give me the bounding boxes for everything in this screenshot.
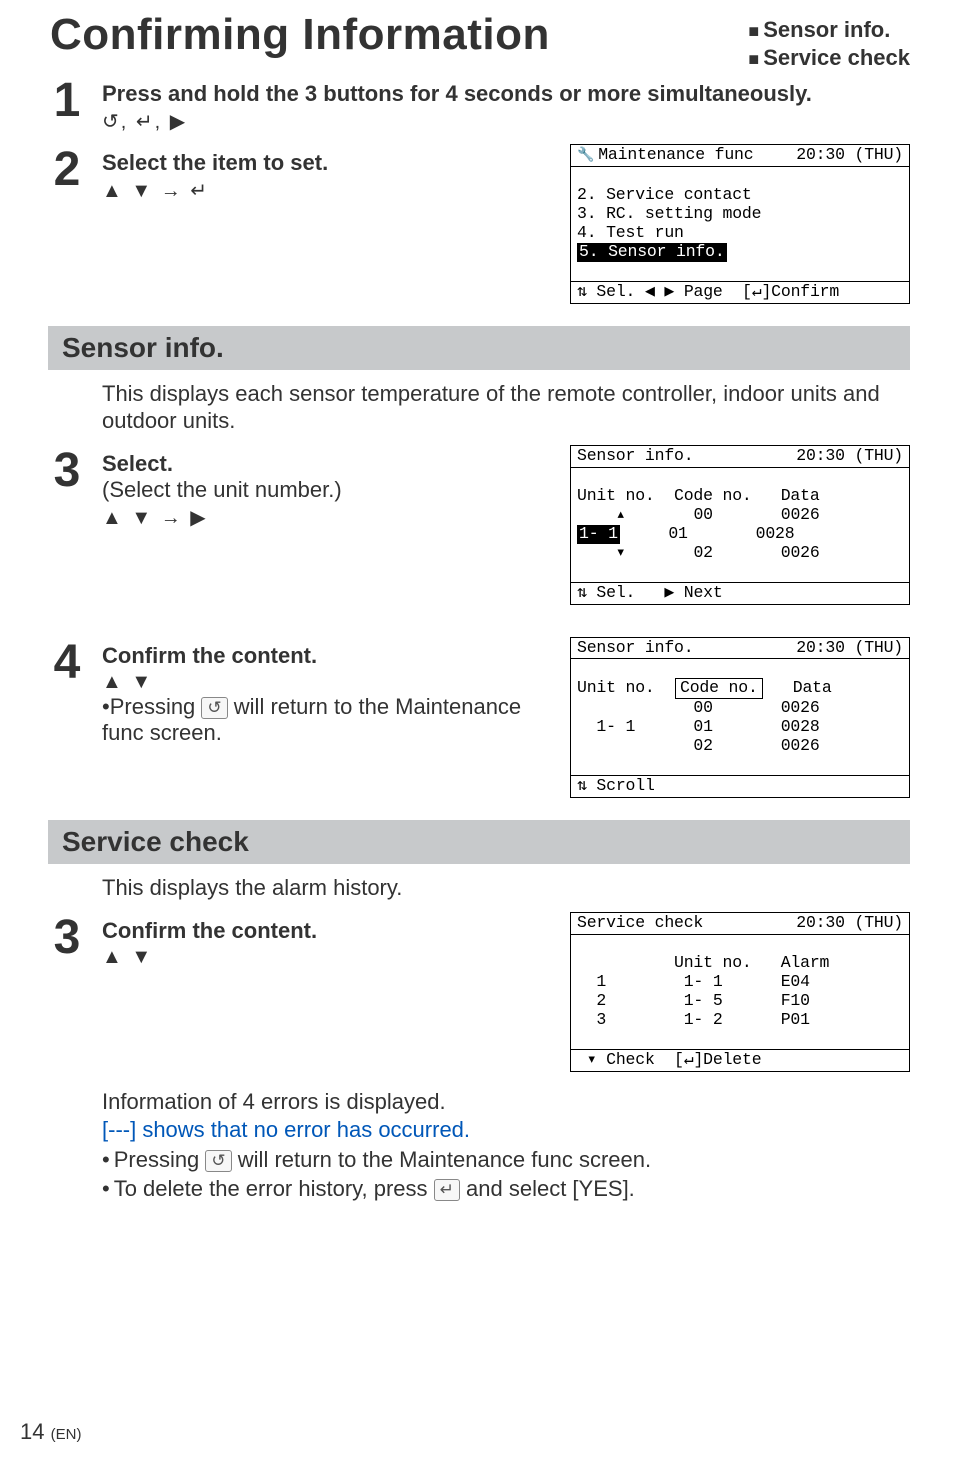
step1-keys: ↺, ↵, ▶ xyxy=(102,109,910,134)
step-number-2: 2 xyxy=(50,146,84,194)
bullet-service-check: ■Service check xyxy=(748,44,910,72)
step-number-3a: 3 xyxy=(50,447,84,495)
return-icon: ↺ xyxy=(205,1150,231,1172)
service-check-desc: This displays the alarm history. xyxy=(102,874,910,902)
sensor-info-desc: This displays each sensor temperature of… xyxy=(102,380,910,435)
section-list: ■Sensor info. ■Service check xyxy=(748,10,910,71)
step1-text: Press and hold the 3 buttons for 4 secon… xyxy=(102,81,910,107)
section-bar-service-check: Service check xyxy=(48,820,910,864)
section-bar-sensor-info: Sensor info. xyxy=(48,326,910,370)
lcd-sensor-info-confirm: Sensor info.20:30 (THU) Unit no. Code no… xyxy=(570,637,910,799)
step4-keys: ▲ ▼ xyxy=(102,671,540,694)
step3a-paren: (Select the unit number.) xyxy=(102,477,540,503)
page-title: Confirming Information xyxy=(50,10,728,60)
step4-bold: Confirm the content. xyxy=(102,643,540,669)
step-number-1: 1 xyxy=(50,77,84,125)
note-errors-count: Information of 4 errors is displayed. xyxy=(102,1088,910,1117)
bullet-sensor-info: ■Sensor info. xyxy=(748,16,910,44)
step-number-3b: 3 xyxy=(50,914,84,962)
step2-text: Select the item to set. xyxy=(102,150,540,176)
note-no-error: [---] shows that no error has occurred. xyxy=(102,1116,910,1145)
step3a-keys: ▲ ▼ → ▶ xyxy=(102,505,540,530)
step2-keys: ▲ ▼ → ↵ xyxy=(102,178,540,203)
return-icon: ↺ xyxy=(201,697,227,719)
step3b-bold: Confirm the content. xyxy=(102,918,540,944)
note-delete: •To delete the error history, press ↵ an… xyxy=(102,1174,910,1204)
lcd-service-check: Service check20:30 (THU) Unit no. Alarm … xyxy=(570,912,910,1072)
step3b-keys: ▲ ▼ xyxy=(102,946,540,969)
step4-note: •Pressing ↺ will return to the Maintenan… xyxy=(102,694,540,746)
lcd-maintenance-func: Maintenance func20:30 (THU) 2. Service c… xyxy=(570,144,910,304)
page-number: 14 (EN) xyxy=(20,1419,81,1445)
enter-icon: ↵ xyxy=(434,1179,460,1201)
step-number-4: 4 xyxy=(50,639,84,687)
step3a-bold: Select. xyxy=(102,451,540,477)
lcd-sensor-info-select: Sensor info.20:30 (THU) Unit no. Code no… xyxy=(570,445,910,605)
note-return: •Pressing ↺ will return to the Maintenan… xyxy=(102,1145,910,1175)
